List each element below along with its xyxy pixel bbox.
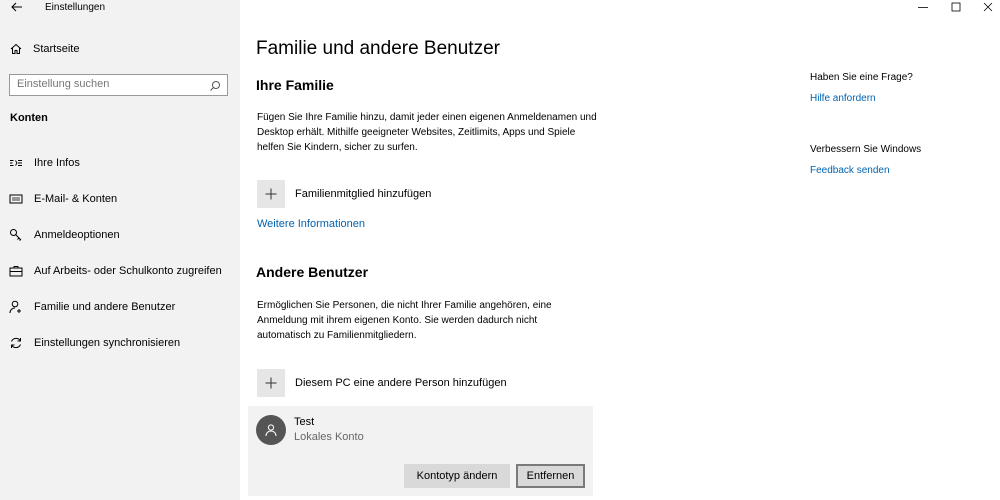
- plus-icon: [257, 180, 285, 208]
- help-link[interactable]: Hilfe anfordern: [810, 93, 876, 104]
- add-other-person-button[interactable]: Diesem PC eine andere Person hinzufügen: [257, 369, 507, 397]
- person-icon: [265, 424, 277, 437]
- home-icon: [10, 43, 24, 55]
- remove-button[interactable]: Entfernen: [516, 464, 585, 488]
- sidebar-item-anmeldeoptionen[interactable]: Anmeldeoptionen: [0, 222, 240, 248]
- other-users-heading: Andere Benutzer: [256, 264, 369, 280]
- user-card-test[interactable]: Test Lokales Konto Kontotyp ändern Entfe…: [248, 406, 593, 496]
- back-arrow-icon[interactable]: [10, 0, 24, 14]
- more-info-link[interactable]: Weitere Informationen: [257, 218, 365, 230]
- sidebar-item-label: Familie und andere Benutzer: [34, 301, 176, 313]
- user-name: Test: [294, 416, 315, 428]
- search-input[interactable]: [17, 78, 207, 90]
- sync-icon: [9, 336, 23, 350]
- avatar: [256, 415, 286, 445]
- search-icon[interactable]: [209, 79, 221, 91]
- improve-windows-label: Verbessern Sie Windows: [810, 144, 922, 155]
- person-card-icon: [9, 156, 23, 170]
- window-title: Einstellungen: [45, 2, 106, 13]
- sidebar-item-label: E-Mail- & Konten: [34, 193, 118, 205]
- maximize-icon[interactable]: [946, 0, 966, 14]
- key-icon: [9, 228, 23, 242]
- minimize-icon[interactable]: [913, 0, 933, 14]
- family-description: Fügen Sie Ihre Familie hinzu, damit jede…: [257, 112, 597, 153]
- sidebar: Einstellungen Startseite Konten Ihre Inf…: [0, 0, 240, 500]
- close-icon[interactable]: [978, 0, 998, 14]
- sidebar-item-label: Einstellungen synchronisieren: [34, 337, 181, 349]
- sidebar-item-label: Anmeldeoptionen: [34, 229, 120, 241]
- add-other-person-label: Diesem PC eine andere Person hinzufügen: [295, 377, 507, 389]
- add-family-member-button[interactable]: Familienmitglied hinzufügen: [257, 180, 431, 208]
- section-label-konten: Konten: [10, 112, 48, 124]
- user-account-type: Lokales Konto: [294, 431, 364, 443]
- plus-icon: [257, 369, 285, 397]
- family-heading: Ihre Familie: [256, 77, 334, 93]
- sidebar-item-ihre-infos[interactable]: Ihre Infos: [0, 150, 240, 176]
- mail-icon: [9, 192, 23, 206]
- person-add-icon: [9, 300, 23, 314]
- sidebar-item-email[interactable]: E-Mail- & Konten: [0, 186, 240, 212]
- search-box[interactable]: [9, 74, 228, 96]
- sidebar-item-label: Ihre Infos: [34, 157, 80, 169]
- sidebar-item-familie[interactable]: Familie und andere Benutzer: [0, 294, 240, 320]
- change-account-type-button[interactable]: Kontotyp ändern: [404, 464, 510, 488]
- sidebar-home-label: Startseite: [33, 43, 80, 55]
- page-title: Familie und andere Benutzer: [256, 38, 500, 59]
- sidebar-item-sync[interactable]: Einstellungen synchronisieren: [0, 330, 240, 356]
- sidebar-item-arbeitskonto[interactable]: Auf Arbeits- oder Schulkonto zugreifen: [0, 258, 240, 284]
- briefcase-icon: [9, 264, 23, 278]
- sidebar-home[interactable]: Startseite: [10, 40, 79, 58]
- sidebar-item-label: Auf Arbeits- oder Schulkonto zugreifen: [34, 265, 222, 277]
- feedback-link[interactable]: Feedback senden: [810, 165, 890, 176]
- help-question: Haben Sie eine Frage?: [810, 72, 913, 83]
- add-family-member-label: Familienmitglied hinzufügen: [295, 188, 432, 200]
- other-users-description: Ermöglichen Sie Personen, die nicht Ihre…: [257, 300, 552, 341]
